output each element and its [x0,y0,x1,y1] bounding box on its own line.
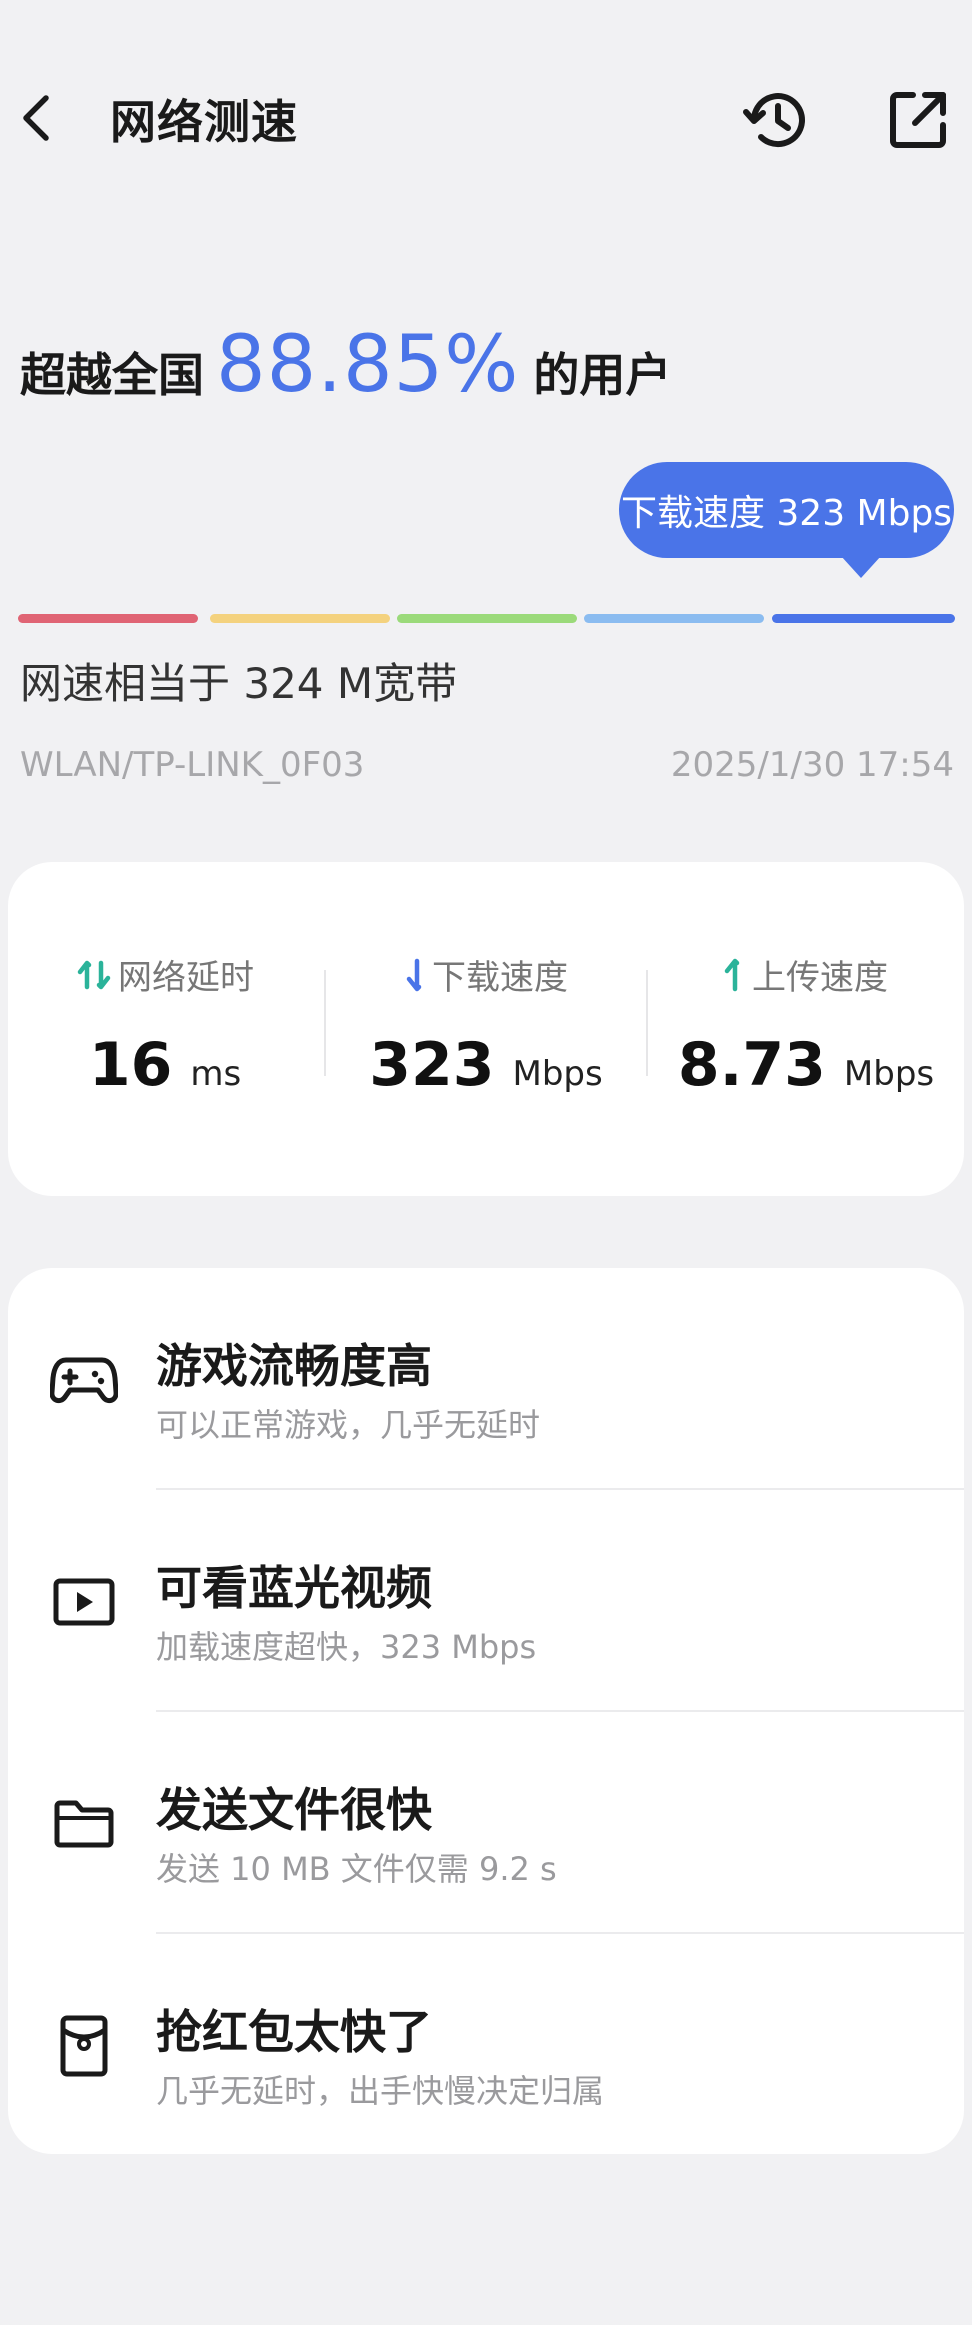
page-title: 网络测速 [110,95,298,149]
stat-upload-unit: Mbps [843,1054,935,1094]
back-button[interactable] [12,82,60,154]
stats-divider [324,970,326,1076]
download-arrow-icon [404,957,426,993]
latency-arrows-icon [76,957,112,993]
stat-latency-unit: ms [190,1054,242,1094]
stat-upload-value: 8.73 [677,1030,826,1100]
network-name: WLAN/TP-LINK_0F03 [20,745,365,785]
upload-arrow-icon [724,957,746,993]
share-button[interactable] [880,82,956,158]
stat-latency: 网络延时 16 ms [15,862,315,1196]
stat-upload-label: 上传速度 [752,958,888,998]
stats-divider [646,970,648,1076]
stat-latency-label: 网络延时 [118,958,254,998]
feature-item-file-transfer: 发送文件很快 发送 10 MB 文件仅需 9.2 s [8,1712,964,1934]
ranking-headline: 超越全国 88.85% 的用户 [20,320,671,410]
gauge-segment-5 [772,614,955,623]
bandwidth-equivalence: 网速相当于 324 M宽带 [20,659,458,708]
video-play-icon [50,1568,118,1636]
speed-bubble: 下载速度 323 Mbps [619,462,954,558]
stats-card: 网络延时 16 ms 下载速度 323 Mbps 上传速度 8.73 Mbps [8,862,964,1196]
feature-description: 加载速度超快，323 Mbps [156,1628,537,1666]
feature-list-card: 游戏流畅度高 可以正常游戏，几乎无延时 可看蓝光视频 加载速度超快，323 Mb… [8,1268,964,2154]
ranking-prefix: 超越全国 [20,348,204,402]
stat-download: 下载速度 323 Mbps [336,862,636,1196]
folder-icon [50,1790,118,1858]
feature-title: 抢红包太快了 [156,2005,432,2059]
stat-download-unit: Mbps [512,1054,603,1094]
stat-upload: 上传速度 8.73 Mbps [656,862,956,1196]
feature-item-gaming: 游戏流畅度高 可以正常游戏，几乎无延时 [8,1268,964,1490]
gauge-segment-1 [18,614,198,623]
feature-item-red-envelope: 抢红包太快了 几乎无延时，出手快慢决定归属 [8,1934,964,2154]
stat-latency-value: 16 [88,1030,173,1100]
top-app-bar: 网络测速 [0,0,972,236]
gamepad-icon [50,1346,118,1414]
feature-description: 可以正常游戏，几乎无延时 [156,1406,541,1444]
feature-description: 发送 10 MB 文件仅需 9.2 s [156,1850,557,1888]
stat-download-label: 下载速度 [432,958,568,998]
history-button[interactable] [738,80,818,160]
share-icon [890,92,946,148]
gauge-segment-4 [584,614,764,623]
speed-bubble-pointer [841,556,881,578]
red-envelope-icon [50,2012,118,2080]
feature-description: 几乎无延时，出手快慢决定归属 [156,2072,605,2110]
stat-download-value: 323 [369,1030,495,1100]
feature-title: 可看蓝光视频 [156,1561,432,1615]
back-chevron-icon [23,95,49,141]
ranking-suffix: 的用户 [533,348,672,402]
ranking-percentage: 88.85% [216,320,520,410]
feature-item-video: 可看蓝光视频 加载速度超快，323 Mbps [8,1490,964,1712]
test-datetime: 2025/1/30 17:54 [670,745,954,785]
feature-title: 发送文件很快 [156,1783,432,1837]
gauge-segment-2 [210,614,390,623]
gauge-segment-3 [397,614,577,623]
feature-title: 游戏流畅度高 [156,1339,432,1393]
history-icon [743,93,805,148]
